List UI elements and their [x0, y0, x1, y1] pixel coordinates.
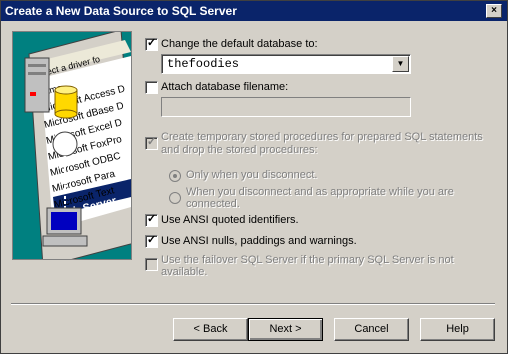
ansi-quoted-label: Use ANSI quoted identifiers.: [161, 214, 299, 226]
radio-only-disconnect-label: Only when you disconnect.: [186, 169, 318, 181]
failover-label-line2: available.: [161, 266, 208, 278]
temp-procs-label-line2: and drop the stored procedures:: [161, 144, 318, 156]
ansi-quoted-checkbox[interactable]: ✓: [145, 213, 158, 227]
next-button[interactable]: Next >: [248, 318, 323, 341]
chevron-down-icon: ▼: [396, 59, 405, 68]
database-icon: [54, 85, 78, 119]
radio-when-appropriate-label-line1: When you disconnect and as appropriate w…: [186, 186, 454, 198]
ansi-nulls-label: Use ANSI nulls, paddings and warnings.: [161, 235, 357, 247]
server-icon: [24, 57, 50, 113]
window-title: Create a New Data Source to SQL Server: [5, 4, 237, 18]
combo-dropdown-button[interactable]: ▼: [392, 56, 409, 72]
button-separator: [11, 303, 495, 305]
ansi-nulls-checkbox[interactable]: ✓: [145, 234, 158, 248]
temp-procs-checkbox[interactable]: ✓: [145, 136, 158, 150]
radio-when-appropriate-button[interactable]: [169, 192, 181, 204]
connector-icon: [52, 131, 78, 157]
radio-only-disconnect-button[interactable]: [169, 170, 181, 182]
dialog-window: Create a New Data Source to SQL Server ×…: [0, 0, 508, 354]
failover-checkbox[interactable]: [145, 258, 158, 271]
close-button[interactable]: ×: [486, 4, 502, 18]
failover-label-line1: Use the failover SQL Server if the prima…: [161, 254, 454, 266]
help-button[interactable]: Help: [420, 318, 495, 341]
default-database-value: thefoodies: [167, 57, 240, 71]
back-button[interactable]: < Back: [173, 318, 248, 341]
attach-db-checkbox[interactable]: [145, 81, 158, 94]
default-database-combo[interactable]: thefoodies ▼: [161, 54, 411, 74]
change-db-checkbox[interactable]: ✓: [145, 37, 158, 51]
change-db-label: Change the default database to:: [161, 38, 318, 50]
title-bar: Create a New Data Source to SQL Server ×: [1, 1, 507, 21]
radio-when-appropriate-label-line2: connected.: [186, 198, 240, 210]
computer-icon: [42, 207, 88, 247]
attach-db-label: Attach database filename:: [161, 81, 289, 93]
cancel-button[interactable]: Cancel: [334, 318, 409, 341]
temp-procs-label-line1: Create temporary stored procedures for p…: [161, 131, 483, 143]
wizard-illustration: Select a driver fo Name Microsoft Access…: [12, 31, 132, 260]
attach-db-filename-field[interactable]: [161, 97, 411, 117]
driver-list-illustration: Select a driver fo Name Microsoft Access…: [24, 32, 131, 259]
